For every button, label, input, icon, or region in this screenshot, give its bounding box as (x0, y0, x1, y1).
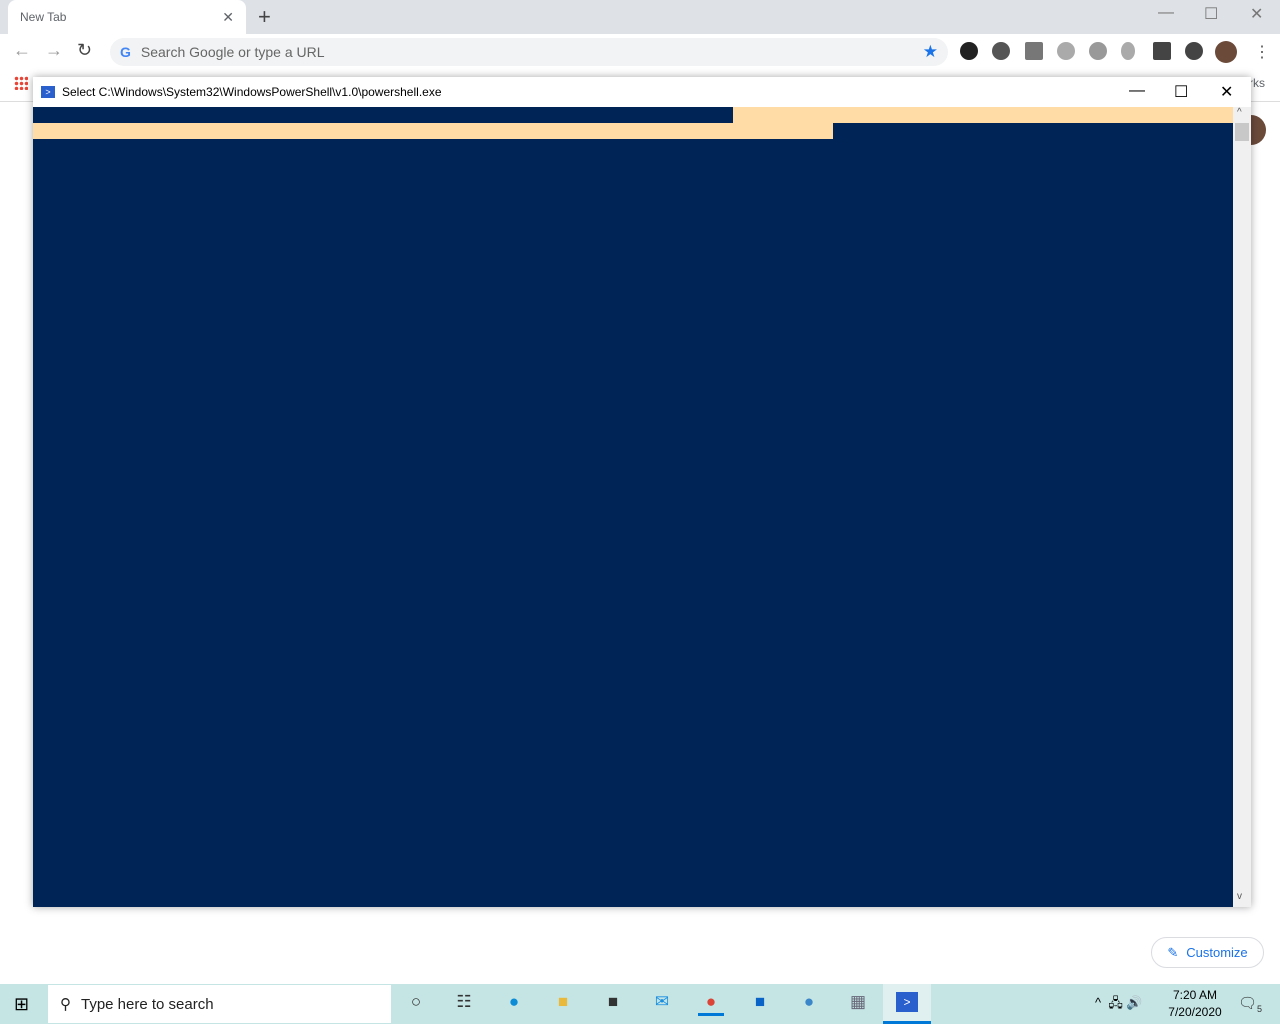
ps-minimize-button[interactable]: — (1129, 82, 1145, 100)
apps-grid-icon[interactable] (14, 76, 28, 90)
window-close-button[interactable]: ✕ (1250, 4, 1263, 24)
console-scrollbar[interactable]: ^ v (1233, 107, 1251, 907)
puzzle-extensions-icon[interactable] (1185, 42, 1203, 60)
console-area[interactable] (33, 107, 1233, 907)
cortana-icon[interactable]: ○ (403, 992, 429, 1016)
selection-highlight (733, 107, 1233, 123)
reload-button[interactable]: ↻ (77, 40, 92, 61)
scroll-down-icon[interactable]: v (1237, 891, 1242, 902)
forward-button[interactable]: → (45, 40, 63, 61)
bookmark-star-icon[interactable]: ★ (923, 42, 938, 62)
people-extension-icon[interactable] (1153, 42, 1171, 60)
edge-icon[interactable]: ● (501, 992, 527, 1016)
store-icon[interactable]: ■ (600, 992, 626, 1016)
search-icon: ⚲ (60, 996, 71, 1013)
globe-icon[interactable]: ● (796, 992, 822, 1016)
powershell-title: Select C:\Windows\System32\WindowsPowerS… (62, 85, 442, 99)
window-restore-button[interactable]: ☐ (1204, 4, 1218, 24)
system-tray-icons[interactable]: ^ 🖧 🔊 (1095, 994, 1143, 1016)
calculator-icon[interactable]: ▦ (845, 992, 871, 1016)
tab-title: New Tab (20, 10, 67, 24)
customize-label: Customize (1186, 945, 1248, 960)
ps-maximize-button[interactable]: ☐ (1174, 82, 1188, 102)
file-explorer-icon[interactable]: ■ (550, 992, 576, 1016)
powershell-taskbar-button[interactable]: > (883, 984, 931, 1024)
pencil-icon: ✎ (1167, 944, 1179, 960)
window-minimize-button[interactable]: — (1158, 4, 1174, 22)
omnibox[interactable]: G Search Google or type a URL ★ (110, 38, 948, 66)
chrome-menu-icon[interactable]: ⋮ (1254, 42, 1270, 62)
bookmarks-label-partial[interactable]: rks (1249, 76, 1265, 90)
task-view-icon[interactable]: ☷ (451, 992, 477, 1016)
tab-new-tab[interactable]: New Tab ✕ (8, 0, 246, 34)
clock-date: 7/20/2020 (1168, 1005, 1222, 1019)
powershell-titlebar[interactable]: > Select C:\Windows\System32\WindowsPowe… (33, 77, 1251, 107)
notifications-icon[interactable]: 🗨5 (1238, 994, 1262, 1014)
clock-time: 7:20 AM (1172, 988, 1218, 1002)
scroll-up-icon[interactable]: ^ (1237, 107, 1242, 118)
new-tab-button[interactable]: + (258, 4, 271, 30)
omnibox-placeholder: Search Google or type a URL (140, 44, 325, 60)
powershell-icon: > (41, 86, 55, 98)
scrollbar-thumb[interactable] (1235, 123, 1249, 141)
profile-avatar[interactable] (1215, 41, 1237, 63)
ps-close-button[interactable]: ✕ (1220, 82, 1233, 102)
help-extension-icon[interactable] (1025, 42, 1043, 60)
extension-icon[interactable] (992, 42, 1010, 60)
google-icon: G (120, 44, 131, 60)
chrome-taskbar-icon[interactable]: ● (698, 992, 724, 1016)
taskbar-clock[interactable]: 7:20 AM 7/20/2020 (1160, 987, 1230, 1021)
search-placeholder: Type here to search (81, 995, 214, 1013)
search-extension-icon[interactable] (1089, 42, 1107, 60)
mail-icon[interactable]: ✉ (649, 992, 675, 1016)
taskbar-search-input[interactable]: ⚲ Type here to search (48, 985, 391, 1023)
extension-icon[interactable] (960, 42, 978, 60)
extension-icon[interactable] (1057, 42, 1075, 60)
shield-extension-icon[interactable] (1121, 42, 1135, 60)
back-button[interactable]: ← (13, 40, 31, 61)
powershell-window: > Select C:\Windows\System32\WindowsPowe… (33, 77, 1251, 907)
selection-highlight (33, 123, 833, 139)
notification-count: 5 (1257, 1004, 1263, 1014)
powershell-taskbar-icon: > (896, 992, 918, 1012)
windows-start-icon[interactable]: ⊞ (14, 994, 29, 1015)
tab-close-icon[interactable]: ✕ (222, 9, 234, 26)
customize-button[interactable]: ✎ Customize (1151, 937, 1264, 968)
outlook-icon[interactable]: ■ (747, 992, 773, 1016)
